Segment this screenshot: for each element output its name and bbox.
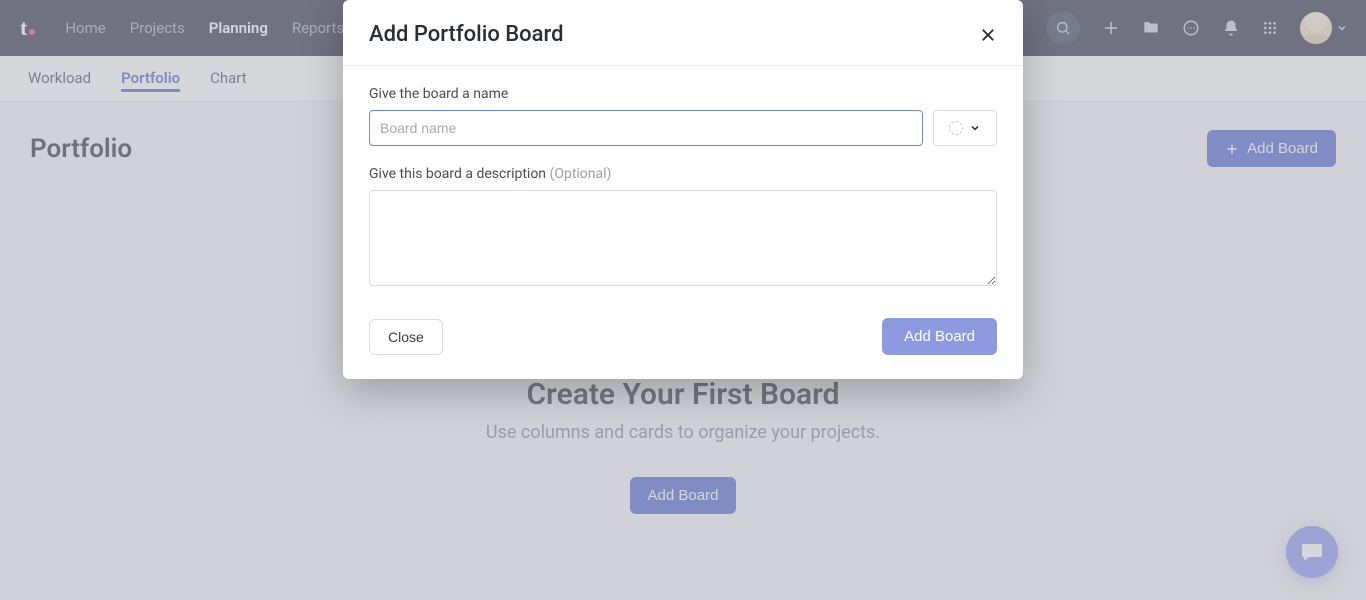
modal-footer: Close Add Board (343, 298, 1023, 379)
board-name-label: Give the board a name (369, 86, 997, 102)
modal-close-button[interactable] (979, 26, 997, 44)
modal-close-secondary-button[interactable]: Close (369, 319, 443, 355)
board-name-input[interactable] (369, 110, 923, 146)
add-portfolio-board-modal: Add Portfolio Board Give the board a nam… (343, 0, 1023, 379)
modal-header: Add Portfolio Board (343, 0, 1023, 66)
close-icon (979, 26, 997, 44)
modal-body: Give the board a name Give this board a … (343, 66, 1023, 298)
color-swatch-icon (949, 121, 963, 135)
board-description-input[interactable] (369, 190, 997, 286)
chevron-down-icon (969, 122, 981, 134)
modal-title: Add Portfolio Board (369, 22, 564, 47)
board-color-picker[interactable] (933, 110, 997, 146)
board-desc-label: Give this board a description (Optional) (369, 166, 997, 182)
modal-overlay[interactable]: Add Portfolio Board Give the board a nam… (0, 0, 1366, 600)
modal-submit-button[interactable]: Add Board (882, 318, 997, 355)
desc-optional-text: (Optional) (550, 166, 612, 182)
desc-label-text: Give this board a description (369, 166, 546, 182)
